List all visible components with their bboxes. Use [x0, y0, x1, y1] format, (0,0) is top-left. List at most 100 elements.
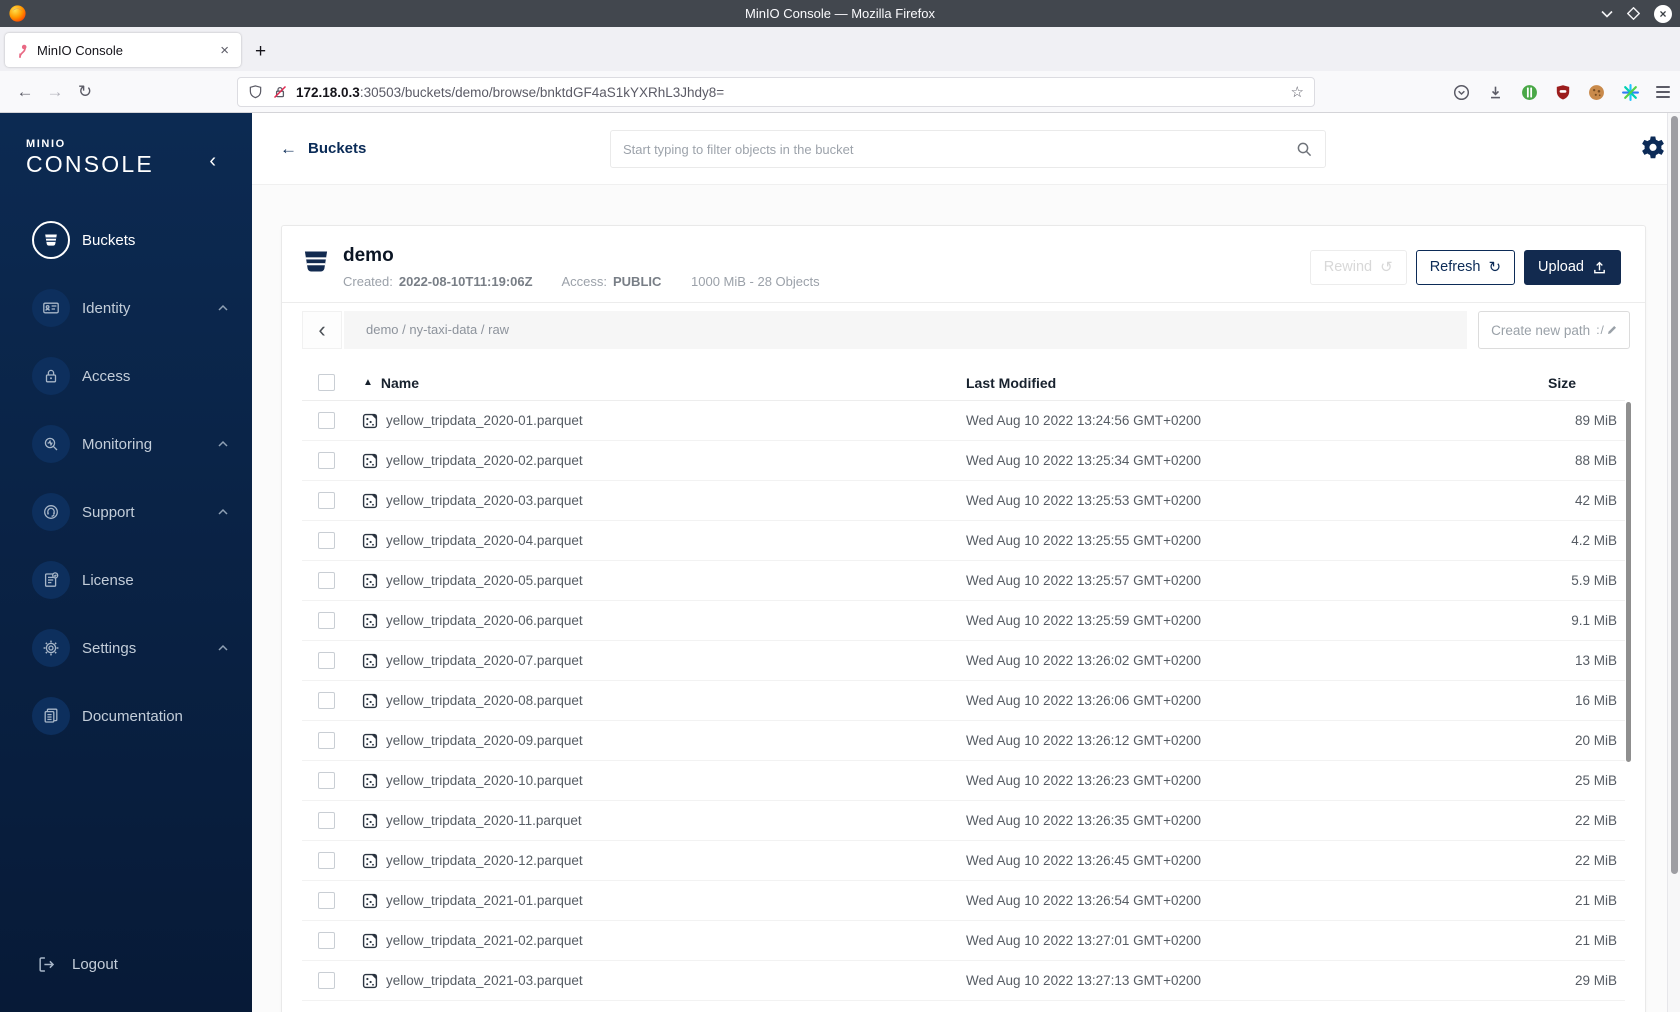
sidebar-item-settings[interactable]: Settings [0, 614, 252, 682]
create-new-path-button[interactable]: Create new path :/ [1478, 311, 1630, 349]
table-row[interactable]: yellow_tripdata_2020-03.parquet Wed Aug … [302, 481, 1625, 521]
object-filter-search[interactable] [610, 130, 1326, 168]
new-tab-button[interactable]: + [255, 41, 266, 63]
ublock-icon[interactable] [1555, 84, 1571, 101]
url-bar[interactable]: 172.18.0.3:30503/buckets/demo/browse/bnk… [237, 77, 1315, 107]
tracking-shield-icon[interactable] [248, 84, 263, 100]
column-name[interactable]: ▲ Name [350, 375, 966, 391]
object-last-modified: Wed Aug 10 2022 13:26:23 GMT+0200 [966, 773, 1202, 788]
path-back-button[interactable]: ‹ [302, 311, 342, 349]
row-checkbox[interactable] [317, 972, 335, 989]
chevron-up-icon[interactable] [218, 440, 228, 448]
logout-label: Logout [72, 955, 118, 973]
back-button[interactable]: ← [10, 82, 40, 102]
back-to-buckets-link[interactable]: ← Buckets [280, 139, 366, 159]
row-checkbox[interactable] [317, 772, 335, 789]
row-checkbox[interactable] [317, 732, 335, 749]
object-table-body: yellow_tripdata_2020-01.parquet Wed Aug … [282, 401, 1645, 1001]
tab-minio-console[interactable]: MinIO Console × [5, 33, 241, 67]
minio-console-logo: MINIO CONSOLE [26, 138, 154, 178]
column-last-modified[interactable]: Last Modified [966, 375, 1523, 391]
object-size: 22 MiB [1574, 813, 1617, 828]
download-icon[interactable] [1487, 84, 1504, 101]
table-row[interactable]: yellow_tripdata_2020-02.parquet Wed Aug … [302, 441, 1625, 481]
table-row[interactable]: yellow_tripdata_2020-05.parquet Wed Aug … [302, 561, 1625, 601]
select-all-checkbox[interactable] [317, 374, 335, 391]
table-row[interactable]: yellow_tripdata_2020-12.parquet Wed Aug … [302, 841, 1625, 881]
object-last-modified: Wed Aug 10 2022 13:25:53 GMT+0200 [966, 493, 1202, 508]
upload-button[interactable]: Upload [1524, 249, 1621, 285]
page-scrollbar-thumb[interactable] [1671, 116, 1678, 874]
sidebar-collapse-icon[interactable]: ‹ [209, 151, 216, 171]
menu-icon[interactable] [1656, 86, 1670, 98]
object-last-modified: Wed Aug 10 2022 13:26:12 GMT+0200 [966, 733, 1202, 748]
chevron-up-icon[interactable] [218, 304, 228, 312]
reload-button[interactable]: ↻ [70, 82, 100, 102]
tab-close-icon[interactable]: × [216, 42, 233, 59]
parquet-file-icon [362, 973, 378, 988]
table-row[interactable]: yellow_tripdata_2020-10.parquet Wed Aug … [302, 761, 1625, 801]
url-text[interactable]: 172.18.0.3:30503/buckets/demo/browse/bnk… [296, 85, 1291, 100]
column-size[interactable]: Size [1523, 375, 1625, 391]
row-checkbox[interactable] [317, 532, 335, 549]
object-last-modified: Wed Aug 10 2022 13:26:35 GMT+0200 [966, 813, 1202, 828]
bookmark-star-icon[interactable]: ☆ [1291, 83, 1304, 101]
breadcrumb[interactable]: demo / ny-taxi-data / raw [344, 311, 1467, 349]
row-checkbox[interactable] [317, 412, 335, 429]
chevron-up-icon[interactable] [218, 508, 228, 516]
row-checkbox[interactable] [317, 452, 335, 469]
parquet-file-icon [362, 733, 378, 748]
table-scrollbar-thumb[interactable] [1626, 402, 1631, 762]
page-scrollbar[interactable] [1667, 113, 1680, 1012]
lock-icon [32, 357, 70, 395]
table-row[interactable]: yellow_tripdata_2020-04.parquet Wed Aug … [302, 521, 1625, 561]
refresh-button[interactable]: Refresh ↻ [1415, 249, 1516, 285]
row-checkbox[interactable] [317, 612, 335, 629]
sidebar-item-documentation[interactable]: Documentation [0, 682, 252, 750]
settings-gear-icon[interactable] [1640, 135, 1666, 161]
row-checkbox[interactable] [317, 892, 335, 909]
maximize-icon[interactable] [1627, 7, 1640, 20]
forward-button[interactable]: → [40, 82, 70, 102]
sidebar-item-label: Identity [82, 299, 131, 317]
back-link-label: Buckets [308, 140, 367, 157]
row-checkbox[interactable] [317, 812, 335, 829]
insecure-lock-icon[interactable] [272, 84, 288, 100]
row-checkbox[interactable] [317, 852, 335, 869]
close-window-icon[interactable]: × [1654, 4, 1672, 23]
table-row[interactable]: yellow_tripdata_2021-01.parquet Wed Aug … [302, 881, 1625, 921]
table-row[interactable]: yellow_tripdata_2020-09.parquet Wed Aug … [302, 721, 1625, 761]
sidebar-item-license[interactable]: License [0, 546, 252, 614]
parquet-file-icon [362, 613, 378, 628]
page-content: demo Created: 2022-08-10T11:19:06Z Access… [252, 185, 1680, 1012]
row-checkbox[interactable] [317, 692, 335, 709]
sidebar-item-access[interactable]: Access [0, 342, 252, 410]
containers-icon[interactable] [1622, 83, 1639, 101]
sidebar-item-support[interactable]: Support [0, 478, 252, 546]
sidebar-item-logout[interactable]: Logout [0, 945, 118, 983]
table-row[interactable]: yellow_tripdata_2020-08.parquet Wed Aug … [302, 681, 1625, 721]
sidebar-item-identity[interactable]: Identity [0, 274, 252, 342]
url-host: 172.18.0.3 [296, 84, 360, 100]
minimize-icon[interactable] [1601, 10, 1613, 18]
sidebar-item-label: Support [82, 503, 135, 521]
row-checkbox[interactable] [317, 932, 335, 949]
row-checkbox[interactable] [317, 492, 335, 509]
rewind-button[interactable]: Rewind ↺ [1309, 249, 1407, 285]
cookie-icon[interactable] [1588, 84, 1605, 101]
search-input[interactable] [623, 141, 1296, 157]
sidebar-item-buckets[interactable]: Buckets [0, 206, 252, 274]
privacy-badger-icon[interactable] [1521, 84, 1538, 101]
row-checkbox[interactable] [317, 572, 335, 589]
chevron-up-icon[interactable] [218, 644, 228, 652]
table-row[interactable]: yellow_tripdata_2020-01.parquet Wed Aug … [302, 401, 1625, 441]
table-row[interactable]: yellow_tripdata_2020-06.parquet Wed Aug … [302, 601, 1625, 641]
row-checkbox[interactable] [317, 652, 335, 669]
pocket-icon[interactable] [1453, 84, 1470, 101]
table-row[interactable]: yellow_tripdata_2021-02.parquet Wed Aug … [302, 921, 1625, 961]
table-row[interactable]: yellow_tripdata_2020-11.parquet Wed Aug … [302, 801, 1625, 841]
object-size: 25 MiB [1574, 773, 1617, 788]
sidebar-item-monitoring[interactable]: Monitoring [0, 410, 252, 478]
table-row[interactable]: yellow_tripdata_2020-07.parquet Wed Aug … [302, 641, 1625, 681]
table-row[interactable]: yellow_tripdata_2021-03.parquet Wed Aug … [302, 961, 1625, 1001]
